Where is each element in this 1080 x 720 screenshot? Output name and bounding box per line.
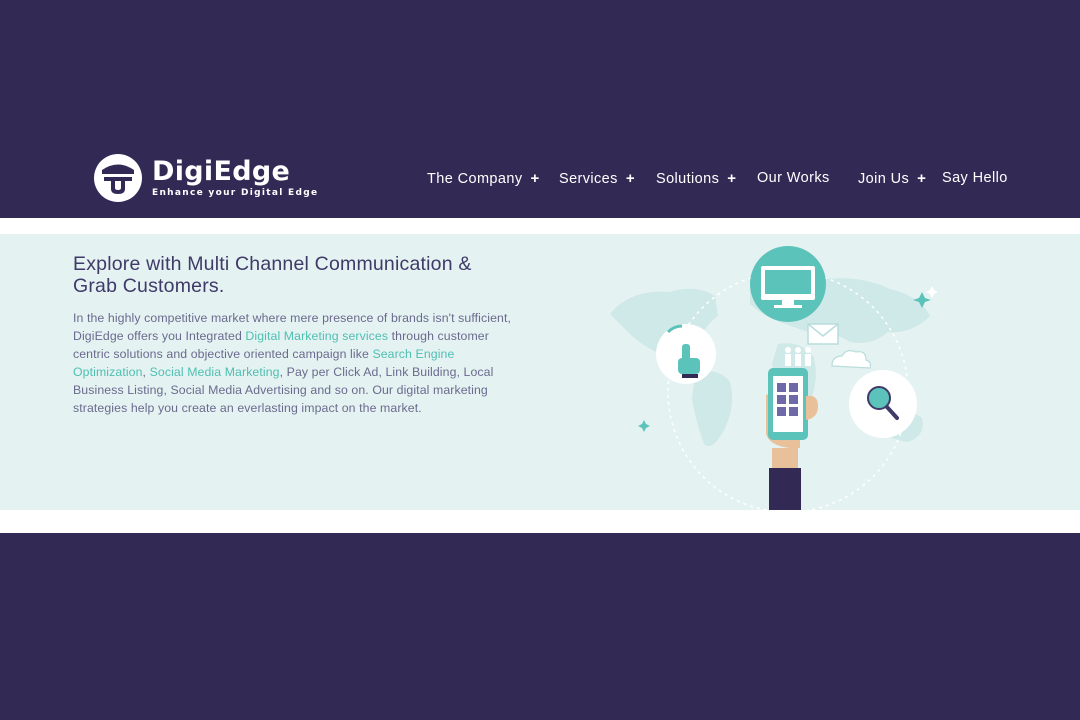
plus-icon: + bbox=[917, 170, 927, 187]
monitor-icon bbox=[750, 246, 826, 322]
magnifier-icon bbox=[849, 370, 917, 438]
hero-body: In the highly competitive market where m… bbox=[73, 309, 528, 417]
plus-icon: + bbox=[727, 170, 737, 187]
hero-title: Explore with Multi Channel Communication… bbox=[73, 253, 472, 297]
smm-link[interactable]: Social Media Marketing bbox=[150, 365, 280, 379]
digital-marketing-illustration bbox=[610, 246, 938, 510]
site-header: DigiEdge Enhance your Digital Edge The C… bbox=[0, 140, 1080, 218]
nav-item-label: Say Hello bbox=[942, 170, 1008, 186]
nav-item-label: Solutions bbox=[656, 171, 720, 187]
nav-item-label: The Company bbox=[427, 171, 523, 187]
people-icon bbox=[785, 347, 811, 366]
nav-item-our-works[interactable]: Our Works bbox=[757, 170, 830, 186]
digital-marketing-link[interactable]: Digital Marketing services bbox=[245, 329, 388, 343]
nav-item-solutions[interactable]: Solutions + bbox=[656, 170, 736, 187]
nav-item-services[interactable]: Services + bbox=[559, 170, 635, 187]
nav-item-join-us[interactable]: Join Us + bbox=[858, 170, 926, 187]
body-text: , bbox=[142, 365, 150, 379]
touch-hand-icon bbox=[656, 324, 716, 384]
plus-icon: + bbox=[625, 170, 635, 187]
main-nav: The Company + Services + Solutions + Our Wo… bbox=[0, 170, 1080, 192]
nav-item-label: Join Us bbox=[858, 171, 910, 187]
email-icon bbox=[807, 323, 839, 345]
nav-item-label: Services bbox=[559, 171, 618, 187]
nav-item-label: Our Works bbox=[757, 170, 830, 186]
hero-section: Explore with Multi Channel Communication… bbox=[0, 234, 1080, 510]
cloud-icon bbox=[831, 350, 872, 369]
plus-icon: + bbox=[530, 170, 540, 187]
nav-item-the-company[interactable]: The Company + bbox=[427, 170, 540, 187]
nav-item-say-hello[interactable]: Say Hello bbox=[942, 170, 1008, 186]
